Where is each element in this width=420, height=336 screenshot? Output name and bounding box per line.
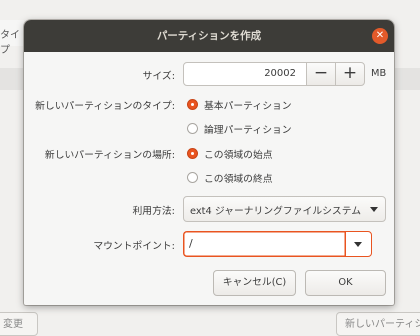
create-partition-dialog: パーティションを作成 ✕ サイズ: 20002 − + MB 新しいパーティショ…: [24, 20, 394, 305]
close-icon[interactable]: ✕: [372, 28, 388, 44]
use-as-value: ext4 ジャーナリングファイルシステム: [190, 206, 362, 217]
size-unit-label: MB: [371, 68, 387, 79]
mount-point-input[interactable]: /: [183, 231, 345, 257]
size-label: サイズ:: [142, 71, 175, 82]
chevron-down-icon: [370, 207, 378, 212]
radio-primary-partition-label[interactable]: 基本パーティション: [204, 98, 292, 112]
new-partition-table-button[interactable]: 新しいパーティション: [336, 312, 420, 336]
dialog-title: パーティションを作成: [156, 30, 262, 42]
dialog-titlebar[interactable]: パーティションを作成 ✕: [24, 20, 394, 52]
radio-logical-partition[interactable]: [187, 123, 198, 134]
partition-type-label: 新しいパーティションのタイプ:: [35, 101, 175, 112]
size-decrease-button[interactable]: −: [306, 62, 336, 86]
cancel-button[interactable]: キャンセル(C): [213, 270, 296, 296]
radio-location-beginning[interactable]: [187, 148, 198, 159]
background-column-header: タイプ: [0, 30, 20, 56]
radio-location-beginning-label[interactable]: この領域の始点: [204, 147, 273, 161]
size-input[interactable]: 20002: [183, 62, 307, 86]
radio-location-end[interactable]: [187, 172, 198, 183]
radio-location-end-label[interactable]: この領域の終点: [204, 171, 273, 185]
mount-point-dropdown-button[interactable]: [345, 231, 372, 257]
radio-primary-partition[interactable]: [187, 99, 198, 110]
background-panel-fragment: タイプ: [0, 20, 24, 56]
change-partition-button[interactable]: 変更: [0, 312, 38, 336]
chevron-down-icon: [354, 242, 362, 247]
ok-button[interactable]: OK: [305, 270, 386, 296]
mount-point-label: マウントポイント:: [93, 241, 175, 252]
use-as-combobox[interactable]: ext4 ジャーナリングファイルシステム: [183, 196, 386, 222]
partition-location-label: 新しいパーティションの場所:: [44, 150, 175, 161]
use-as-label: 利用方法:: [132, 206, 176, 217]
radio-logical-partition-label[interactable]: 論理パーティション: [204, 122, 292, 136]
size-increase-button[interactable]: +: [335, 62, 365, 86]
mount-point-value: /: [189, 237, 193, 250]
